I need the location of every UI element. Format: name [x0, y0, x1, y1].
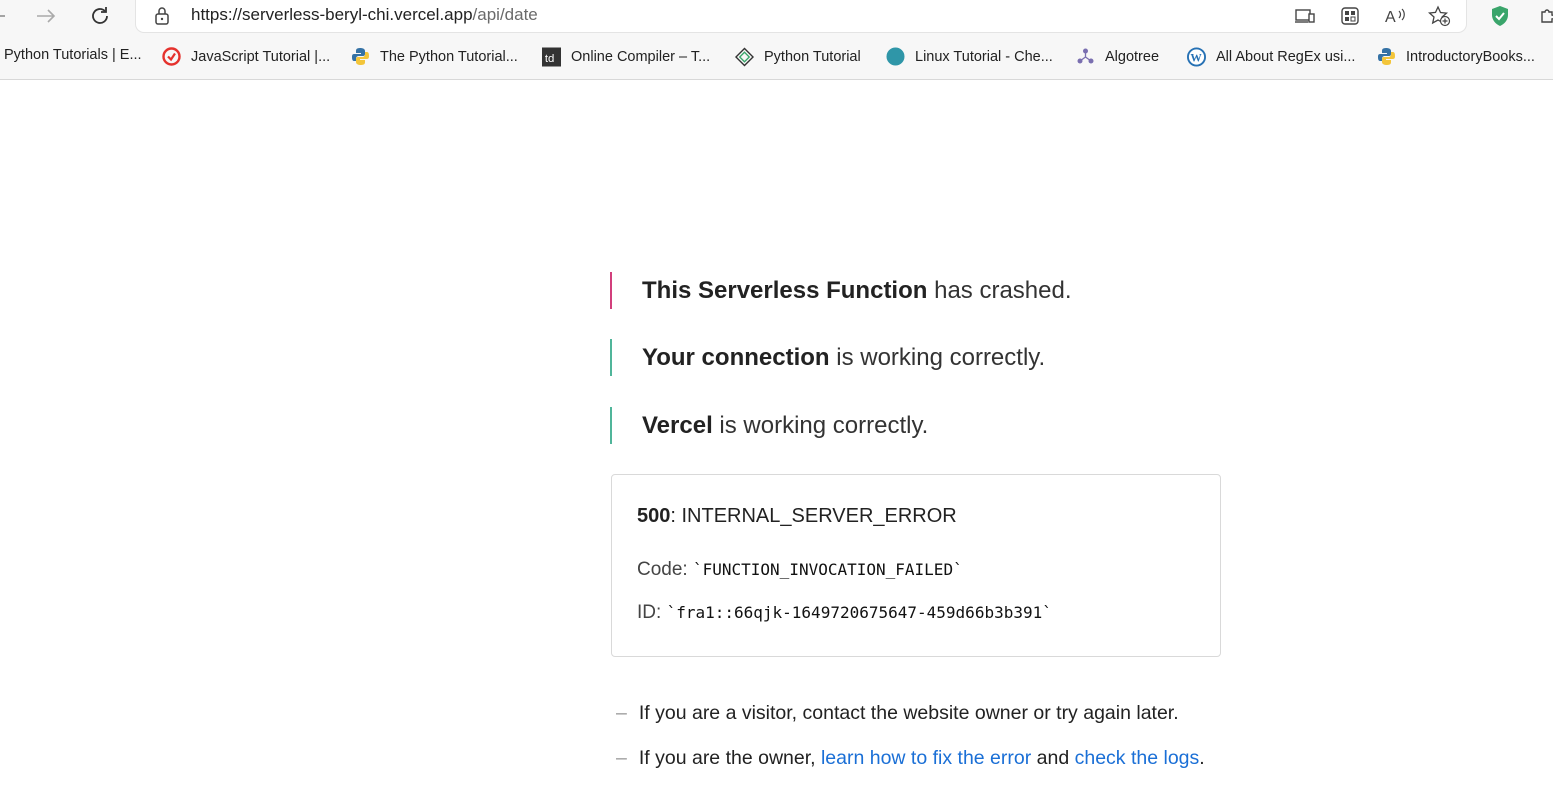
note-dash: –: [616, 702, 627, 724]
connection-status: Your connection is working correctly.: [610, 339, 1310, 376]
fix-error-link[interactable]: learn how to fix the error: [821, 747, 1031, 769]
bookmark-item[interactable]: Python Tutorial: [735, 46, 861, 67]
browser-toolbar: https://serverless-beryl-chi.vercel.app/…: [0, 0, 1553, 34]
reload-button[interactable]: [86, 2, 114, 30]
bookmark-item[interactable]: JavaScript Tutorial |...: [162, 47, 330, 66]
url-text[interactable]: https://serverless-beryl-chi.vercel.app/…: [191, 5, 538, 25]
address-bar[interactable]: https://serverless-beryl-chi.vercel.app/…: [136, 0, 1466, 32]
svg-text:W: W: [1190, 52, 1202, 64]
bookmark-label: IntroductoryBooks...: [1406, 48, 1535, 65]
bookmark-item[interactable]: The Python Tutorial...: [351, 47, 518, 66]
back-button[interactable]: [0, 2, 12, 30]
bookmark-item[interactable]: W All About RegEx usi...: [1187, 47, 1355, 66]
error-title: 500: INTERNAL_SERVER_ERROR: [637, 505, 957, 528]
read-aloud-icon[interactable]: A: [1384, 4, 1408, 28]
bookmark-label: Python Tutorials | E...: [4, 47, 142, 63]
tree-icon: [1076, 47, 1095, 66]
reload-icon: [92, 7, 108, 24]
bookmark-label: Linux Tutorial - Che...: [915, 48, 1053, 65]
visitor-note-text: If you are a visitor, contact the websit…: [638, 702, 1179, 724]
check-logs-link[interactable]: check the logs: [1075, 747, 1200, 769]
vercel-status: Vercel is working correctly.: [610, 407, 1310, 444]
back-arrow-icon: [0, 15, 5, 17]
bookmark-item[interactable]: Python Tutorials | E...: [4, 47, 142, 63]
error-status-code: 500: [637, 505, 671, 527]
bookmark-item[interactable]: td Online Compiler – T...: [542, 47, 710, 66]
function-crashed-status: This Serverless Function has crashed.: [610, 272, 1310, 309]
forward-button[interactable]: [32, 2, 60, 30]
owner-note-period: .: [1199, 747, 1205, 769]
error-details-box: 500: INTERNAL_SERVER_ERROR Code: `FUNCTI…: [611, 474, 1221, 657]
error-code-label: Code:: [637, 559, 693, 580]
bookmark-item[interactable]: IntroductoryBooks...: [1377, 47, 1535, 66]
svg-text:A: A: [1385, 9, 1396, 26]
diamond-logo-icon: [735, 46, 754, 67]
status-text: Your connection is working correctly.: [642, 344, 1045, 372]
owner-note-and: and: [1031, 747, 1075, 769]
python-icon: [1377, 47, 1396, 66]
error-id-label: ID:: [637, 602, 667, 623]
error-code-value: `FUNCTION_INVOCATION_FAILED`: [692, 560, 963, 579]
error-status-text: : INTERNAL_SERVER_ERROR: [670, 505, 957, 527]
status-text: Vercel is working correctly.: [642, 412, 928, 440]
favorite-add-icon[interactable]: [1428, 4, 1452, 28]
bookmark-label: Python Tutorial: [764, 48, 861, 65]
error-id-value: `fra1::66qjk-1649720675647-459d66b3b391`: [666, 603, 1052, 622]
error-id-line: ID: `fra1::66qjk-1649720675647-459d66b3b…: [637, 602, 1052, 624]
visitor-note: – If you are a visitor, contact the websi…: [616, 702, 1179, 725]
teal-circle-icon: [886, 47, 905, 66]
status-rest: is working correctly.: [829, 343, 1046, 371]
owner-note: – If you are the owner, learn how to fix …: [616, 747, 1205, 770]
status-rest: is working correctly.: [712, 411, 929, 439]
red-logo-icon: [162, 47, 181, 66]
wordpress-icon: W: [1187, 47, 1206, 66]
shield-icon: [1492, 6, 1508, 26]
svg-text:td: td: [545, 52, 555, 64]
device-icon[interactable]: [1294, 4, 1316, 28]
puzzle-icon: [1541, 9, 1553, 23]
url-path: /api/date: [472, 5, 538, 24]
status-bold: This Serverless Function: [642, 276, 928, 304]
lock-icon: [154, 6, 170, 30]
bookmark-label: All About RegEx usi...: [1216, 48, 1356, 65]
apps-icon[interactable]: [1340, 4, 1360, 28]
status-rest: has crashed.: [927, 276, 1072, 304]
bookmark-label: The Python Tutorial...: [380, 48, 518, 65]
extensions-button[interactable]: [1534, 2, 1553, 30]
status-bold: Vercel: [642, 411, 713, 439]
bookmark-label: JavaScript Tutorial |...: [191, 48, 331, 65]
note-dash: –: [616, 747, 627, 769]
bookmark-label: Algotree: [1105, 48, 1160, 65]
python-icon: [351, 47, 370, 66]
bookmark-item[interactable]: Linux Tutorial - Che...: [886, 47, 1053, 66]
status-bold: Your connection: [642, 343, 830, 371]
error-code-line: Code: `FUNCTION_INVOCATION_FAILED`: [637, 559, 963, 581]
forward-arrow-icon: [37, 9, 56, 23]
url-host: https://serverless-beryl-chi.vercel.app: [191, 5, 473, 24]
bookmarks-bar: Python Tutorials | E... JavaScript Tutor…: [0, 34, 1553, 80]
extension-shield-button[interactable]: [1486, 2, 1514, 30]
bookmark-item[interactable]: Algotree: [1076, 47, 1159, 66]
bookmark-label: Online Compiler – T...: [571, 48, 711, 65]
td-icon: td: [542, 47, 561, 66]
owner-note-prefix: If you are the owner,: [638, 747, 821, 769]
status-text: This Serverless Function has crashed.: [642, 277, 1072, 305]
